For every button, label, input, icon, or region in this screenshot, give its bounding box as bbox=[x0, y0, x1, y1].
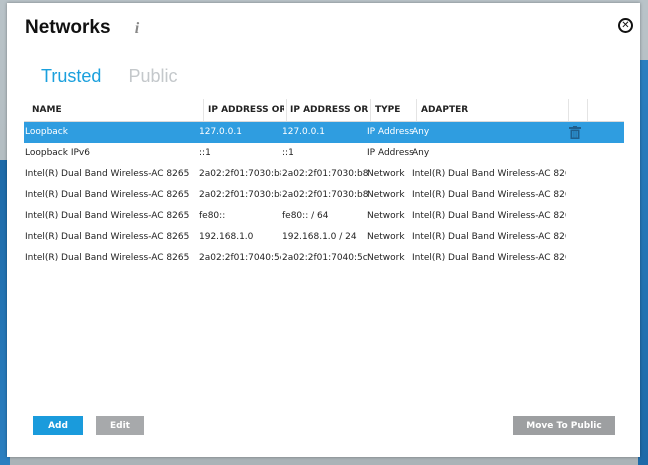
cell-adapter: Intel(R) Dual Band Wireless-AC 8265 bbox=[412, 232, 566, 242]
column-divider[interactable] bbox=[370, 99, 371, 121]
edit-button[interactable]: Edit bbox=[96, 416, 144, 435]
dialog-title: Networks bbox=[25, 17, 111, 38]
cell-type: IP Address bbox=[367, 148, 413, 158]
table-row[interactable]: Loopback IPv6::1::1 IP Address Any bbox=[24, 143, 624, 164]
cell-adapter: Intel(R) Dual Band Wireless-AC 8265 bbox=[412, 169, 566, 179]
cell-adapter: Any bbox=[412, 148, 430, 158]
cell-ip-address-1: 192.168.1.0 bbox=[199, 232, 254, 242]
column-divider[interactable] bbox=[568, 99, 569, 121]
table-row[interactable]: Intel(R) Dual Band Wireless-AC 8265 2a02:… bbox=[24, 164, 624, 185]
cell-type: Network bbox=[367, 169, 405, 179]
table-row[interactable]: Intel(R) Dual Band Wireless-AC 8265 fe80:… bbox=[24, 206, 624, 227]
cell-type: Network bbox=[367, 253, 405, 263]
tab-public[interactable]: Public bbox=[128, 66, 177, 87]
cell-name: Intel(R) Dual Band Wireless-AC 8265 bbox=[25, 253, 190, 263]
table-row[interactable]: Intel(R) Dual Band Wireless-AC 8265 192.1… bbox=[24, 227, 624, 248]
cell-name: Intel(R) Dual Band Wireless-AC 8265 bbox=[25, 169, 190, 179]
cell-name: Loopback bbox=[25, 127, 68, 137]
networks-dialog: Networks i ✕ Trusted Public NAME IP ADDR… bbox=[7, 3, 640, 457]
networks-table: NAME IP ADDRESS OR IP ADDRESS OR TYPE AD… bbox=[24, 99, 624, 269]
move-to-public-button[interactable]: Move To Public bbox=[513, 416, 615, 435]
column-header-name[interactable]: NAME bbox=[32, 99, 202, 121]
table-row[interactable]: Loopback 127.0.0.1 127.0.0.1 IP Address Any bbox=[24, 122, 624, 143]
cell-name: Intel(R) Dual Band Wireless-AC 8265 bbox=[25, 232, 190, 242]
cell-ip-address-1: ::1 bbox=[199, 148, 211, 158]
cell-ip-address-2: fe80:: / 64 bbox=[282, 211, 329, 221]
trash-icon[interactable] bbox=[569, 126, 581, 139]
info-icon[interactable]: i bbox=[131, 20, 143, 38]
table-row[interactable]: Intel(R) Dual Band Wireless-AC 8265 2a02:… bbox=[24, 185, 624, 206]
cell-name: Intel(R) Dual Band Wireless-AC 8265 bbox=[25, 211, 190, 221]
cell-name: Loopback IPv6 bbox=[25, 148, 90, 158]
table-row[interactable]: Intel(R) Dual Band Wireless-AC 8265 2a02:… bbox=[24, 248, 624, 269]
cell-ip-address-1: 2a02:2f01:7030:b8e bbox=[199, 169, 281, 179]
column-header-ip-address-2[interactable]: IP ADDRESS OR bbox=[290, 99, 368, 121]
cell-ip-address-2: 192.168.1.0 / 24 bbox=[282, 232, 357, 242]
cell-ip-address-1: 2a02:2f01:7040:5cb bbox=[199, 253, 281, 263]
tab-bar: Trusted Public bbox=[41, 66, 199, 87]
cell-type: IP Address bbox=[367, 127, 413, 137]
table-header: NAME IP ADDRESS OR IP ADDRESS OR TYPE AD… bbox=[24, 99, 624, 122]
cell-ip-address-2: 2a02:2f01:7030:b8e bbox=[282, 169, 368, 179]
close-icon[interactable]: ✕ bbox=[618, 18, 633, 33]
add-button[interactable]: Add bbox=[33, 416, 83, 435]
cell-name: Intel(R) Dual Band Wireless-AC 8265 bbox=[25, 190, 190, 200]
table-body: Loopback 127.0.0.1 127.0.0.1 IP Address Any L… bbox=[24, 122, 624, 269]
column-divider[interactable] bbox=[416, 99, 417, 121]
column-divider[interactable] bbox=[587, 99, 588, 121]
cell-ip-address-2: 2a02:2f01:7030:b8e bbox=[282, 190, 368, 200]
cell-ip-address-2: ::1 bbox=[282, 148, 294, 158]
column-header-type[interactable]: TYPE bbox=[375, 99, 415, 121]
cell-ip-address-2: 2a02:2f01:7040:5cb bbox=[282, 253, 368, 263]
tab-trusted[interactable]: Trusted bbox=[41, 66, 101, 87]
cell-ip-address-1: 2a02:2f01:7030:b8e bbox=[199, 190, 281, 200]
cell-adapter: Intel(R) Dual Band Wireless-AC 8265 bbox=[412, 211, 566, 221]
cell-adapter: Any bbox=[412, 127, 430, 137]
cell-type: Network bbox=[367, 232, 405, 242]
cell-type: Network bbox=[367, 190, 405, 200]
cell-ip-address-1: 127.0.0.1 bbox=[199, 127, 242, 137]
cell-ip-address-1: fe80:: bbox=[199, 211, 226, 221]
column-divider[interactable] bbox=[203, 99, 204, 121]
cell-type: Network bbox=[367, 211, 405, 221]
cell-ip-address-2: 127.0.0.1 bbox=[282, 127, 325, 137]
cell-adapter: Intel(R) Dual Band Wireless-AC 8265 bbox=[412, 190, 566, 200]
column-header-adapter[interactable]: ADAPTER bbox=[421, 99, 561, 121]
column-header-ip-address-1[interactable]: IP ADDRESS OR bbox=[208, 99, 284, 121]
cell-adapter: Intel(R) Dual Band Wireless-AC 8265 bbox=[412, 253, 566, 263]
column-divider[interactable] bbox=[286, 99, 287, 121]
